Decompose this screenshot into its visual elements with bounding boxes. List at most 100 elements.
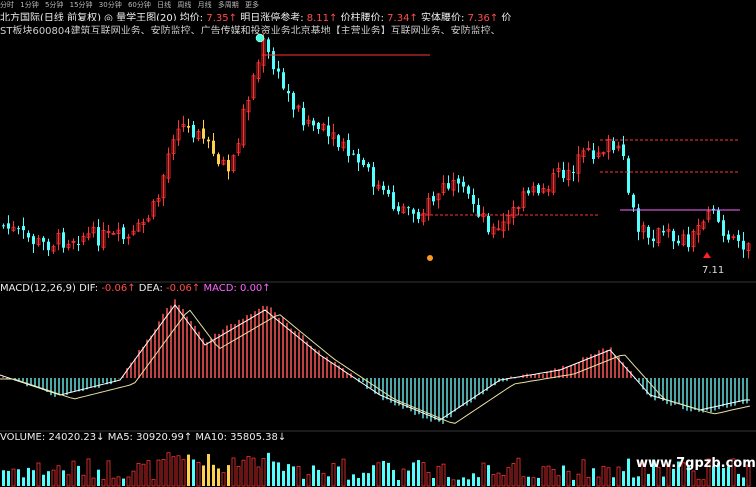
volume-bar-up — [511, 463, 516, 487]
volume-bar-up — [376, 462, 381, 487]
candle-body-down — [717, 210, 720, 222]
volume-bar-down — [2, 470, 5, 486]
volume-bar-up — [91, 477, 96, 487]
dot-marker-icon — [427, 255, 433, 261]
volume-bar-down — [487, 465, 490, 486]
candle-body-down — [612, 141, 615, 150]
candle-body-down — [652, 238, 655, 242]
candle-body-down — [22, 226, 25, 231]
volume-bar-up — [541, 466, 546, 487]
volume-bar-up — [516, 457, 521, 487]
volume-bar-up — [196, 461, 201, 487]
volume-bar-down — [97, 469, 100, 486]
volume-bar-down — [227, 465, 230, 486]
candle-body-down — [412, 209, 415, 214]
volume-bar-down — [562, 465, 565, 486]
volume-bar-up — [161, 459, 166, 487]
volume-bar-up — [126, 476, 131, 487]
volume-title: VOLUME: — [0, 432, 46, 443]
volume-legend: VOLUME: 24020.23↓ MA5: 30920.99↑ MA10: 3… — [0, 432, 286, 443]
candle-body-down — [337, 135, 340, 148]
candle-body-down — [217, 154, 220, 165]
top-marker-icon — [255, 33, 265, 43]
volume-bar-up — [56, 465, 61, 487]
volume-bar-down — [627, 458, 630, 486]
volume-bar-down — [432, 478, 435, 486]
volume-bar-down — [192, 459, 195, 486]
volume-bar-up — [86, 458, 91, 487]
candle-body-down — [687, 234, 690, 248]
volume-bar-up — [106, 460, 111, 487]
dea-line — [0, 309, 751, 424]
macd-value: 0.00↑ — [240, 283, 271, 294]
candle-body-down — [387, 189, 390, 194]
volume-bar-down — [382, 460, 385, 486]
volume-bar-up — [496, 472, 501, 487]
volume-bar-down — [357, 478, 360, 486]
volume-bar-up — [551, 468, 556, 487]
volume-bar-down — [612, 477, 615, 486]
volume-bar-up — [521, 476, 526, 487]
volume-bar-up — [166, 452, 171, 487]
volume-bar-down — [637, 476, 640, 486]
macd-label: MACD: — [203, 283, 237, 294]
volume-bar-down — [537, 477, 540, 486]
volume-bar-down — [472, 473, 475, 486]
candle-body-down — [27, 232, 30, 238]
candle-body-down — [7, 223, 10, 229]
macd-title: MACD(12,26,9) — [0, 283, 76, 294]
volume-bar-down — [457, 479, 460, 486]
volume-bar-up — [441, 463, 446, 487]
volume-bar-up — [71, 460, 76, 487]
volume-bar-up — [101, 479, 106, 487]
volume-bar-up — [231, 457, 236, 487]
candle-body-down — [727, 234, 730, 240]
volume-bar-up — [251, 457, 256, 487]
candle-body-down — [187, 126, 190, 128]
candle-body-down — [317, 122, 320, 130]
candle-body-down — [212, 140, 215, 154]
volume-bar-down — [22, 477, 25, 486]
volume-bar-up — [321, 472, 326, 487]
candle-body-down — [327, 125, 330, 137]
volume-bar-down — [187, 454, 190, 486]
candle-body-down — [17, 228, 20, 230]
volume-bar-up — [306, 474, 311, 487]
candle-body-down — [572, 171, 575, 173]
volume-bar-down — [467, 479, 470, 486]
volume-bar-up — [701, 479, 706, 487]
volume-bar-up — [241, 459, 246, 487]
candle-body-down — [282, 72, 285, 89]
dif-value: -0.06↑ — [101, 283, 136, 294]
volume-bar-down — [592, 468, 595, 486]
volume-bar-down — [647, 473, 650, 486]
volume-bar-down — [347, 479, 350, 486]
volume-bar-up — [401, 468, 406, 487]
volume-value: 24020.23↓ — [48, 432, 105, 443]
price-tag: 7.11 — [702, 265, 725, 276]
candle-body-down — [742, 240, 745, 250]
candle-body-down — [97, 227, 100, 246]
volume-bar-up — [616, 466, 621, 487]
dif-line — [0, 304, 750, 421]
volume-bar-up — [131, 470, 136, 487]
candle-body-down — [302, 107, 305, 126]
volume-bar-up — [556, 475, 561, 487]
candle-body-down — [62, 232, 65, 248]
candle-body-down — [417, 212, 420, 220]
volume-bar-down — [447, 477, 450, 486]
kline-chart[interactable] — [0, 0, 756, 487]
volume-bar-up — [606, 467, 611, 487]
volume-bar-up — [581, 459, 586, 487]
candle-body-down — [672, 230, 675, 242]
candle-body-down — [647, 226, 650, 238]
volume-bar-up — [11, 468, 16, 487]
volume-bar-down — [317, 469, 320, 486]
volume-bar-down — [527, 476, 530, 486]
volume-bar-up — [596, 476, 601, 487]
volume-bar-down — [367, 473, 370, 486]
volume-bar-up — [421, 462, 426, 487]
volume-bar-up — [481, 462, 486, 487]
candle-body-down — [662, 230, 665, 233]
volume-bar-down — [572, 479, 575, 486]
